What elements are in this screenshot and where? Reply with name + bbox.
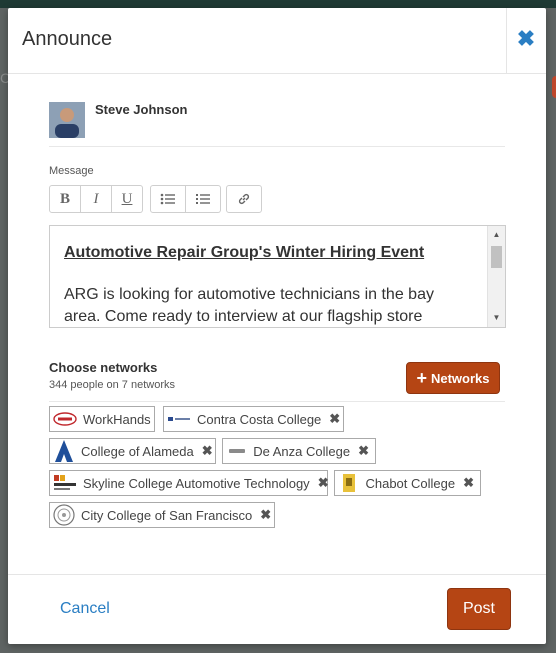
bulleted-list-icon xyxy=(160,193,175,205)
remove-network-icon[interactable]: ✖ xyxy=(358,443,369,459)
chabot-logo-icon xyxy=(338,473,359,493)
skyline-logo-icon xyxy=(53,473,77,493)
italic-button[interactable]: I xyxy=(81,185,112,213)
editor-scrollbar[interactable]: ▲ ▼ xyxy=(487,226,505,327)
underline-button[interactable]: U xyxy=(112,185,143,213)
text-format-group: B I U xyxy=(49,185,143,213)
network-chip-label: College of Alameda xyxy=(81,443,194,459)
network-chip: De Anza College ✖ xyxy=(222,438,376,464)
bold-button[interactable]: B xyxy=(49,185,81,213)
announcement-body: ARG is looking for automotive technician… xyxy=(64,286,434,325)
footer-divider xyxy=(8,574,546,575)
scroll-down-icon[interactable]: ▼ xyxy=(488,311,505,325)
user-name: Steve Johnson xyxy=(95,102,188,117)
network-chip: WorkHands xyxy=(49,406,155,432)
contra-costa-logo-icon xyxy=(167,409,191,429)
network-chip: Chabot College ✖ xyxy=(334,470,481,496)
network-chip: City College of San Francisco ✖ xyxy=(49,502,275,528)
workhands-logo-icon xyxy=(53,409,77,429)
message-label: Message xyxy=(49,165,94,177)
remove-network-icon[interactable]: ✖ xyxy=(318,475,329,491)
modal-title: Announce xyxy=(22,28,113,50)
remove-network-icon[interactable]: ✖ xyxy=(463,475,474,491)
link-icon xyxy=(238,193,250,205)
post-button[interactable]: Post xyxy=(447,588,511,630)
header-divider xyxy=(506,8,507,73)
scroll-up-icon[interactable]: ▲ xyxy=(488,228,505,242)
alameda-logo-icon xyxy=(53,440,75,462)
message-editor[interactable]: Automotive Repair Group's Winter Hiring … xyxy=(49,225,506,328)
numbered-list-icon xyxy=(196,194,210,204)
network-chip-label: Chabot College xyxy=(365,475,456,491)
networks-title: Choose networks xyxy=(49,360,158,375)
editor-content: Automotive Repair Group's Winter Hiring … xyxy=(64,244,464,327)
list-format-group xyxy=(150,185,221,213)
numbered-list-button[interactable] xyxy=(186,185,221,213)
close-icon[interactable]: ✖ xyxy=(516,28,536,50)
bulleted-list-button[interactable] xyxy=(150,185,186,213)
network-chip: Skyline College Automotive Technology ✖ xyxy=(49,470,329,496)
announce-modal: Announce ✖ Steve Johnson Message B I U A… xyxy=(8,8,546,644)
app-top-bar xyxy=(0,0,556,8)
plus-icon: + xyxy=(416,368,427,388)
modal-header: Announce ✖ xyxy=(8,8,546,74)
avatar xyxy=(49,102,85,138)
networks-count: 344 people on 7 networks xyxy=(49,379,175,391)
link-button[interactable] xyxy=(226,185,262,213)
network-chip: College of Alameda ✖ xyxy=(49,438,216,464)
remove-network-icon[interactable]: ✖ xyxy=(202,443,213,459)
link-group xyxy=(226,185,262,213)
remove-network-icon[interactable]: ✖ xyxy=(260,507,271,523)
network-chip-label: WorkHands xyxy=(83,411,151,427)
divider xyxy=(49,401,505,402)
remove-network-icon[interactable]: ✖ xyxy=(329,411,340,427)
network-chip: Contra Costa College ✖ xyxy=(163,406,344,432)
background-badge xyxy=(552,76,556,98)
announcement-title: Automotive Repair Group's Winter Hiring … xyxy=(64,244,425,261)
network-chip-label: Contra Costa College xyxy=(197,411,322,427)
network-chip-label: Skyline College Automotive Technology xyxy=(83,475,310,491)
cancel-button[interactable]: Cancel xyxy=(60,600,110,618)
ccsf-seal-icon xyxy=(53,504,75,526)
add-networks-button[interactable]: + Networks xyxy=(406,362,500,394)
network-chip-label: City College of San Francisco xyxy=(81,507,253,523)
divider xyxy=(49,146,505,147)
add-networks-label: Networks xyxy=(430,370,490,386)
de-anza-logo-icon xyxy=(226,441,247,461)
scroll-thumb[interactable] xyxy=(491,246,502,268)
network-chip-label: De Anza College xyxy=(253,443,351,459)
